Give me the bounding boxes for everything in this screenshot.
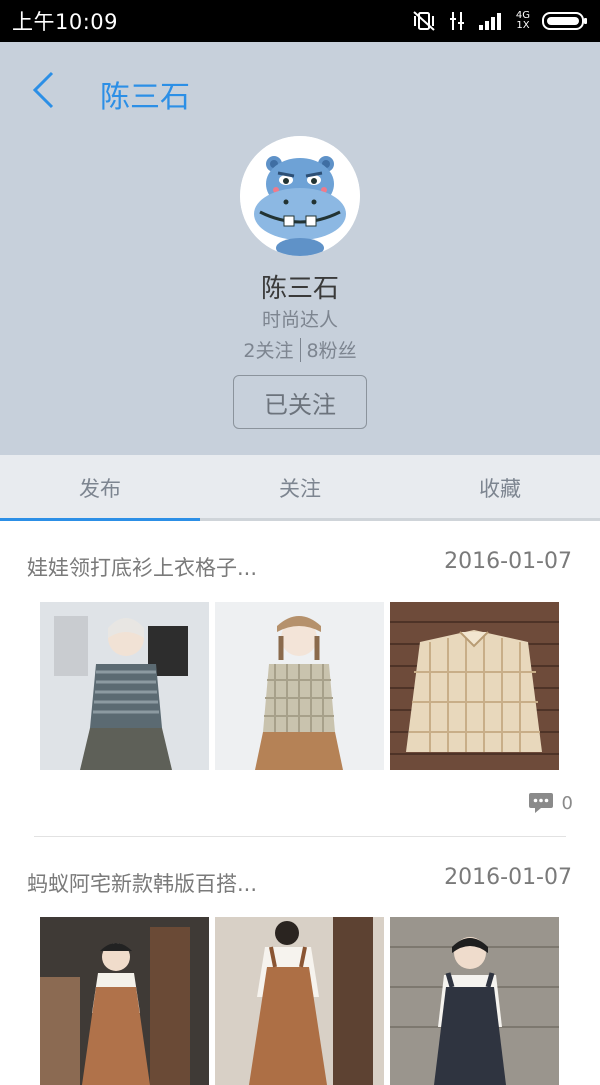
- followers-count[interactable]: 8粉丝: [307, 336, 357, 363]
- post-thumbnail[interactable]: [215, 602, 384, 770]
- status-bar: 上午10:09 4G 1X: [0, 0, 600, 42]
- hippo-avatar-icon: [240, 136, 360, 256]
- profile-title: 时尚达人: [261, 309, 338, 331]
- post-title[interactable]: 蚂蚁阿宅新款韩版百搭...: [27, 868, 257, 898]
- tab-favorites[interactable]: 收藏: [400, 455, 600, 521]
- tab-following[interactable]: 关注: [200, 455, 400, 521]
- post-thumbnail[interactable]: [390, 917, 559, 1085]
- page-title: 陈三石: [100, 80, 190, 115]
- stats-divider: [299, 337, 301, 362]
- post-images: [40, 602, 559, 770]
- vibrate-off-icon: [413, 11, 435, 31]
- clothing-photo-image: [215, 917, 384, 1085]
- post-thumbnail[interactable]: [215, 917, 384, 1085]
- post-card[interactable]: 蚂蚁阿宅新款韩版百搭... 2016-01-07: [0, 837, 600, 1085]
- status-icons: 4G 1X: [412, 10, 588, 32]
- battery-icon: [542, 12, 587, 30]
- signal-icon: [478, 13, 501, 30]
- profile-name: 陈三石: [260, 274, 339, 304]
- post-date: 2016-01-07: [444, 549, 572, 574]
- comment-bubble-icon: [528, 793, 553, 813]
- post-title[interactable]: 娃娃领打底衫上衣格子...: [27, 552, 257, 582]
- network-bottom-label: 1X: [516, 20, 530, 31]
- post-card[interactable]: 娃娃领打底衫上衣格子... 2016-01-07 0: [0, 521, 600, 841]
- tab-posts[interactable]: 发布: [0, 455, 200, 521]
- profile-stats: 2关注 8粉丝: [0, 336, 600, 363]
- clothing-photo-image: [40, 917, 209, 1085]
- status-time: 上午10:09: [12, 10, 119, 34]
- follow-button[interactable]: 已关注: [233, 375, 367, 429]
- profile-header: 陈三石 陈三石 时尚达人 2关注 8粉丝 已关注: [0, 42, 600, 455]
- chevron-left-icon: [32, 71, 54, 109]
- post-images: [40, 917, 559, 1085]
- post-thumbnail[interactable]: [390, 602, 559, 770]
- post-thumbnail[interactable]: [40, 917, 209, 1085]
- post-date: 2016-01-07: [444, 865, 572, 890]
- clothing-photo-image: [215, 602, 384, 770]
- back-button[interactable]: [26, 70, 62, 110]
- clothing-photo-image: [390, 602, 559, 770]
- post-thumbnail[interactable]: [40, 602, 209, 770]
- network-type: 4G 1X: [516, 11, 530, 31]
- clothing-photo-image: [40, 602, 209, 770]
- comment-button[interactable]: 0: [528, 791, 573, 815]
- data-transfer-icon: [449, 12, 464, 30]
- profile-tabs: 发布 关注 收藏: [0, 455, 600, 521]
- avatar[interactable]: [240, 136, 360, 256]
- following-count[interactable]: 2关注: [243, 336, 293, 363]
- clothing-photo-image: [390, 917, 559, 1085]
- comment-count: 0: [561, 792, 573, 814]
